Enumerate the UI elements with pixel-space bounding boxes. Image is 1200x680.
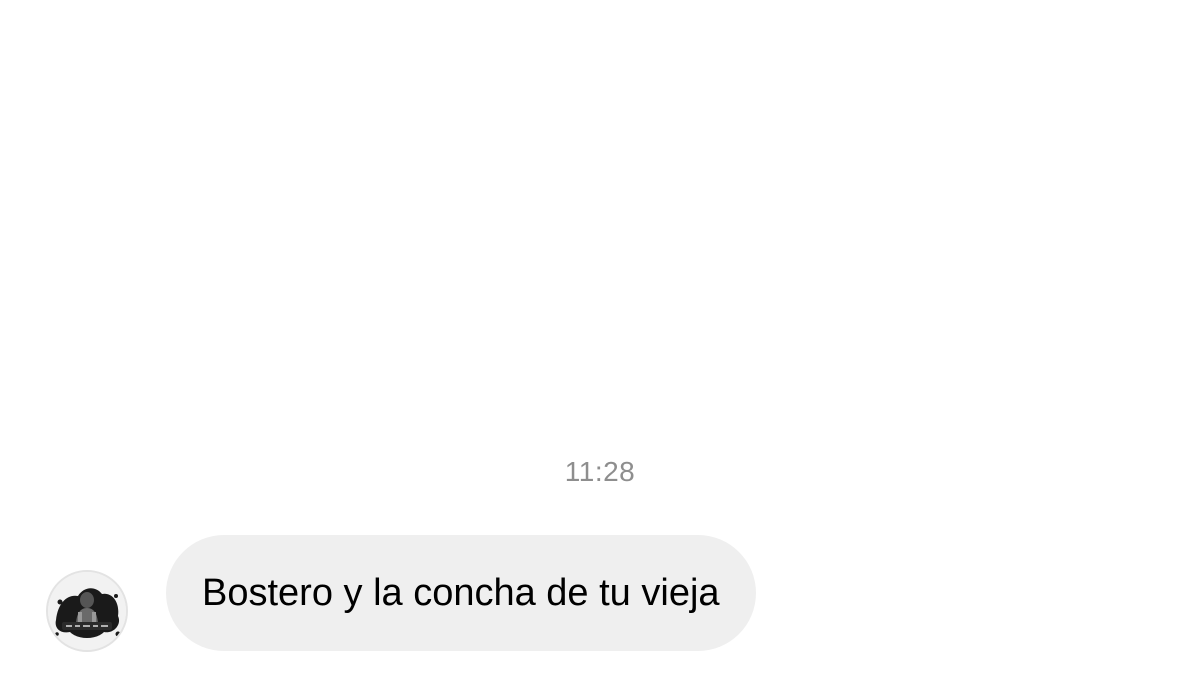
message-bubble[interactable]: Bostero y la concha de tu vieja — [166, 535, 756, 651]
profile-photo-icon — [48, 572, 126, 650]
chat-area: 11:28 Bostero y la concha de tu vieja — [0, 0, 1200, 680]
message-timestamp: 11:28 — [564, 456, 636, 487]
sender-avatar[interactable] — [46, 570, 128, 652]
received-message-row: Bostero y la concha de tu vieja — [46, 534, 756, 652]
message-text: Bostero y la concha de tu vieja — [202, 571, 720, 614]
